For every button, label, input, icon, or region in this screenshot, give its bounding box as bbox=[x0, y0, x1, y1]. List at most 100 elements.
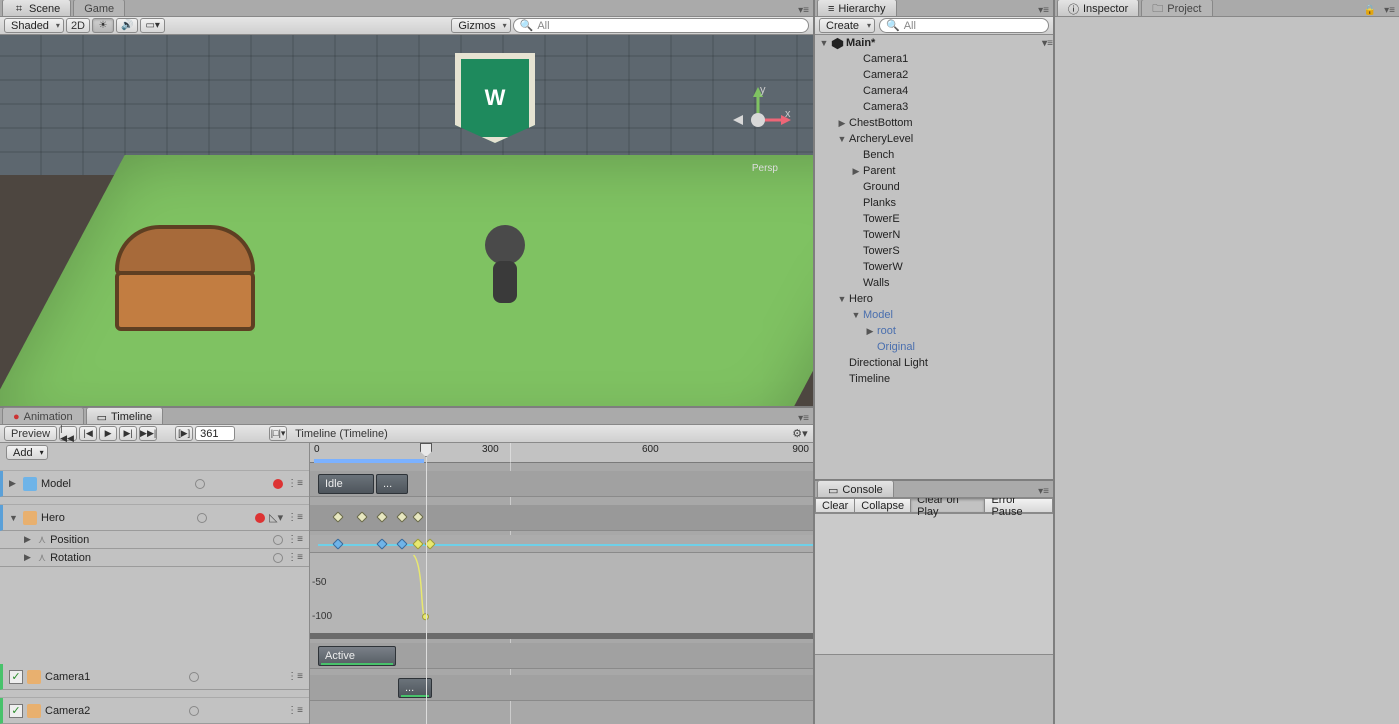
hierarchy-item[interactable]: Timeline bbox=[815, 371, 1053, 387]
lighting-toggle-icon[interactable]: ☀ bbox=[92, 18, 114, 33]
fold-icon[interactable]: ▼ bbox=[837, 294, 847, 304]
track-model[interactable]: ▶ Model ⋮≡ bbox=[0, 471, 309, 497]
console-clear-on-play-button[interactable]: Clear on Play bbox=[911, 498, 985, 513]
keyable-icon[interactable] bbox=[195, 479, 205, 489]
tab-hierarchy[interactable]: ≡ Hierarchy bbox=[817, 0, 897, 16]
hierarchy-item[interactable]: Walls bbox=[815, 275, 1053, 291]
prev-frame-button[interactable]: |◀ bbox=[79, 426, 97, 441]
clip-menu[interactable]: ... bbox=[376, 474, 408, 494]
hierarchy-item[interactable]: ▼Hero bbox=[815, 291, 1053, 307]
hierarchy-item[interactable]: Original bbox=[815, 339, 1053, 355]
tab-game[interactable]: Game bbox=[73, 0, 125, 16]
tab-timeline[interactable]: ▭ Timeline bbox=[86, 407, 164, 424]
hierarchy-item[interactable]: Planks bbox=[815, 195, 1053, 211]
timeline-settings-icon[interactable]: ⚙▾ bbox=[791, 426, 809, 441]
clip-idle[interactable]: Idle bbox=[318, 474, 374, 494]
track-menu-icon[interactable]: ⋮≡ bbox=[287, 534, 303, 545]
fold-icon[interactable]: ▼ bbox=[837, 134, 847, 144]
keyable-icon[interactable] bbox=[189, 706, 199, 716]
curve-view[interactable]: -50 -100 bbox=[310, 553, 813, 633]
goto-end-button[interactable]: ▶▶| bbox=[139, 426, 157, 441]
current-frame-field[interactable]: 361 bbox=[195, 426, 235, 441]
shading-dropdown[interactable]: Shaded bbox=[4, 18, 64, 33]
track-menu-icon[interactable]: ⋮≡ bbox=[287, 671, 303, 682]
track-rotation[interactable]: ▶ ⋏ Rotation ⋮≡ bbox=[0, 549, 309, 567]
hierarchy-item[interactable]: TowerW bbox=[815, 259, 1053, 275]
hierarchy-panel-menu-icon[interactable]: ▾≡ bbox=[1038, 5, 1049, 16]
gizmos-dropdown[interactable]: Gizmos bbox=[451, 18, 510, 33]
fold-icon[interactable]: ▼ bbox=[851, 310, 861, 320]
timeline-ruler[interactable]: 0 300 600 900 bbox=[310, 443, 813, 463]
next-frame-button[interactable]: ▶| bbox=[119, 426, 137, 441]
hierarchy-item[interactable]: Camera1 bbox=[815, 51, 1053, 67]
scene-search-input[interactable]: 🔍 All bbox=[513, 18, 809, 33]
console-error-pause-button[interactable]: Error Pause bbox=[985, 498, 1053, 513]
playhead[interactable] bbox=[426, 443, 427, 724]
track-position[interactable]: ▶ ⋏ Position ⋮≡ bbox=[0, 531, 309, 549]
mode-2d-toggle[interactable]: 2D bbox=[66, 18, 90, 33]
marker-button[interactable]: |□|▾ bbox=[269, 426, 287, 441]
track-menu-icon[interactable]: ⋮≡ bbox=[287, 512, 303, 523]
hierarchy-item[interactable]: ▶Parent bbox=[815, 163, 1053, 179]
record-icon[interactable] bbox=[273, 479, 283, 489]
expand-icon[interactable]: ▶ bbox=[9, 478, 19, 489]
tab-console[interactable]: ▭ Console bbox=[817, 480, 894, 497]
track-enabled-checkbox[interactable]: ✓ bbox=[9, 670, 23, 684]
audio-toggle-icon[interactable]: 🔊 bbox=[116, 18, 138, 33]
hierarchy-item[interactable]: TowerE bbox=[815, 211, 1053, 227]
console-log-area[interactable] bbox=[815, 514, 1053, 654]
lane-position[interactable] bbox=[310, 535, 813, 553]
work-area-range[interactable] bbox=[314, 459, 424, 463]
hierarchy-item[interactable]: Ground bbox=[815, 179, 1053, 195]
hierarchy-item[interactable]: ▼Model bbox=[815, 307, 1053, 323]
console-collapse-button[interactable]: Collapse bbox=[855, 498, 911, 513]
fold-icon[interactable]: ▶ bbox=[851, 166, 861, 177]
curves-icon[interactable]: ◺▾ bbox=[269, 511, 283, 524]
persp-label[interactable]: Persp bbox=[752, 163, 778, 174]
fold-icon[interactable]: ▶ bbox=[837, 118, 847, 129]
hierarchy-item[interactable]: ▼ArcheryLevel bbox=[815, 131, 1053, 147]
hierarchy-item[interactable]: TowerN bbox=[815, 227, 1053, 243]
expand-icon[interactable]: ▶ bbox=[24, 552, 34, 563]
clip-active[interactable]: Active bbox=[318, 646, 396, 666]
timeline-area[interactable]: 0 300 600 900 Idle ... bbox=[310, 443, 813, 724]
preview-button[interactable]: Preview bbox=[4, 426, 57, 441]
track-camera2[interactable]: ✓ Camera2 ⋮≡ bbox=[0, 698, 309, 724]
track-hero[interactable]: ▼ Hero ◺▾ ⋮≡ bbox=[0, 505, 309, 531]
hierarchy-item[interactable]: ▶root bbox=[815, 323, 1053, 339]
scene-panel-menu-icon[interactable]: ▾≡ bbox=[798, 5, 809, 16]
hierarchy-item[interactable]: Bench bbox=[815, 147, 1053, 163]
console-panel-menu-icon[interactable]: ▾≡ bbox=[1038, 486, 1049, 497]
record-icon[interactable] bbox=[255, 513, 265, 523]
track-camera1[interactable]: ✓ Camera1 ⋮≡ bbox=[0, 664, 309, 690]
play-button[interactable]: ▶ bbox=[99, 426, 117, 441]
console-clear-button[interactable]: Clear bbox=[815, 498, 855, 513]
expand-icon[interactable]: ▶ bbox=[24, 534, 34, 545]
keyable-icon[interactable] bbox=[273, 553, 283, 563]
tab-scene[interactable]: ⌗ Scene bbox=[2, 0, 71, 16]
lane-camera2[interactable]: ... bbox=[310, 675, 813, 701]
console-detail-area[interactable] bbox=[815, 654, 1053, 724]
track-menu-icon[interactable]: ⋮≡ bbox=[287, 552, 303, 563]
lower-panel-menu-icon[interactable]: ▾≡ bbox=[798, 413, 809, 424]
keyable-icon[interactable] bbox=[273, 535, 283, 545]
lane-camera1[interactable]: Active bbox=[310, 643, 813, 669]
hierarchy-item[interactable]: Camera4 bbox=[815, 83, 1053, 99]
create-dropdown[interactable]: Create bbox=[819, 18, 875, 33]
hierarchy-item[interactable]: ▶ChestBottom bbox=[815, 115, 1053, 131]
orientation-gizmo[interactable]: y x bbox=[723, 85, 793, 155]
hierarchy-item[interactable]: Camera2 bbox=[815, 67, 1053, 83]
fold-icon[interactable]: ▼ bbox=[819, 38, 829, 48]
expand-icon[interactable]: ▼ bbox=[9, 513, 19, 523]
fold-icon[interactable]: ▶ bbox=[865, 326, 875, 337]
track-enabled-checkbox[interactable]: ✓ bbox=[9, 704, 23, 718]
scene-viewport[interactable]: W y x Persp bbox=[0, 35, 813, 406]
tab-animation[interactable]: ● Animation bbox=[2, 407, 84, 424]
lock-icon[interactable]: 🔒 bbox=[1364, 5, 1376, 16]
tab-project[interactable]: 🗀 Project bbox=[1141, 0, 1212, 16]
hierarchy-item[interactable]: Directional Light bbox=[815, 355, 1053, 371]
hierarchy-item[interactable]: TowerS bbox=[815, 243, 1053, 259]
scene-menu-icon[interactable]: ▾≡ bbox=[1042, 38, 1053, 49]
keyable-icon[interactable] bbox=[189, 672, 199, 682]
track-menu-icon[interactable]: ⋮≡ bbox=[287, 478, 303, 489]
